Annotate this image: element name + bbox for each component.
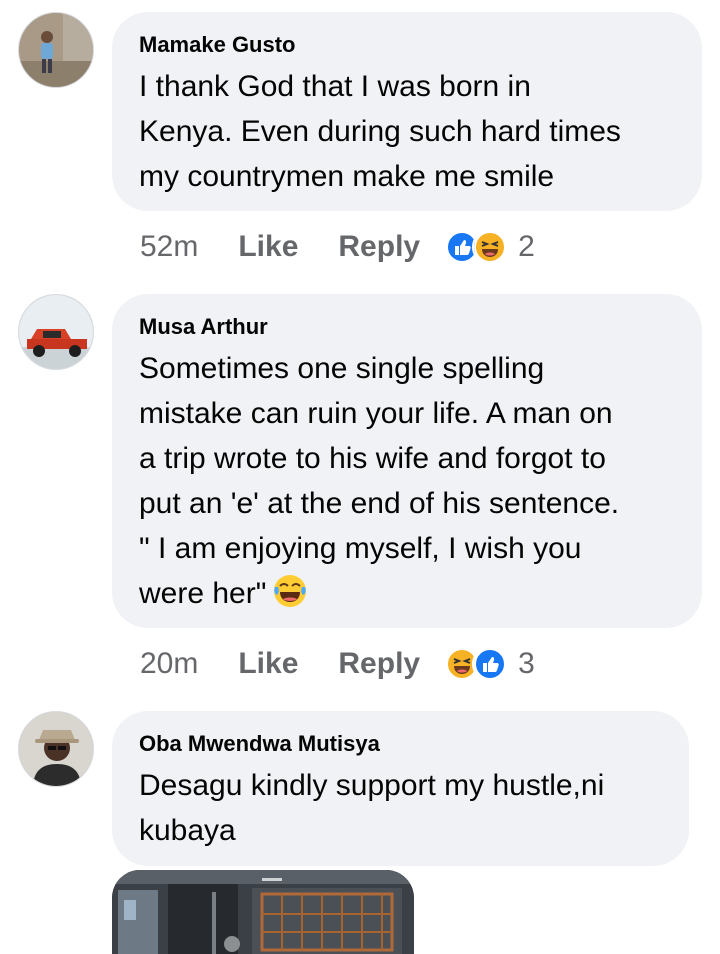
attachment-image [112,870,414,954]
author-name[interactable]: Oba Mwendwa Mutisya [139,731,663,757]
comment-text: I thank God that I was born in Kenya. Ev… [139,70,621,193]
like-button[interactable]: Like [238,230,298,264]
comment-bubble: Oba Mwendwa Mutisya Desagu kindly suppor… [112,711,689,866]
author-name[interactable]: Mamake Gusto [139,32,676,58]
reaction-count[interactable]: 3 [518,647,535,681]
avatar[interactable] [18,12,94,88]
avatar-photo [19,712,93,786]
photo-attachment[interactable] [112,870,414,954]
like-reaction-icon [472,646,509,682]
reply-button[interactable]: Reply [338,647,420,681]
comment-actions: 52m Like Reply 2 [140,227,535,267]
comment-bubble: Musa Arthur Sometimes one single spellin… [112,294,702,628]
haha-reaction-icon [472,229,509,265]
avatar[interactable] [18,294,94,370]
reaction-count[interactable]: 2 [518,230,535,264]
reactions[interactable] [444,646,509,682]
timestamp[interactable]: 52m [140,230,198,264]
timestamp[interactable]: 20m [140,647,198,681]
avatar-photo [19,295,93,369]
tears-of-joy-emoji [274,575,307,607]
avatar-photo [19,13,93,87]
comment-text: Desagu kindly support my hustle,ni kubay… [139,769,605,847]
comment-actions: 20m Like Reply 3 [140,644,535,684]
avatar[interactable] [18,711,94,787]
comment-text: Sometimes one single spelling mistake ca… [139,352,620,610]
reactions[interactable] [444,229,509,265]
reply-button[interactable]: Reply [338,230,420,264]
like-button[interactable]: Like [238,647,298,681]
author-name[interactable]: Musa Arthur [139,314,676,340]
comment-bubble: Mamake Gusto I thank God that I was born… [112,12,702,211]
